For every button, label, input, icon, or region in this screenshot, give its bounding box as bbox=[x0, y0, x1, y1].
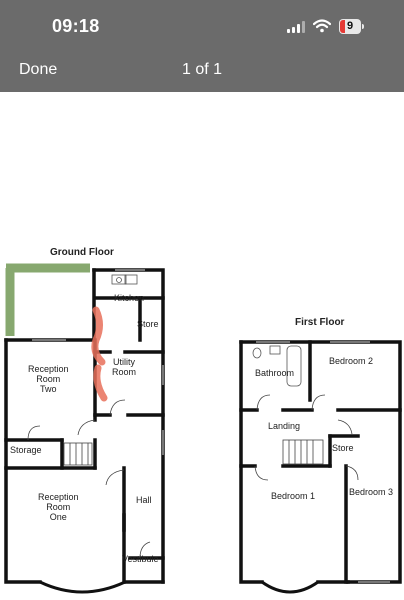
wifi-icon bbox=[313, 19, 331, 33]
battery-level: 9 bbox=[346, 20, 354, 32]
floor-plan-image: Ground Floor First Floor Kitchen Store U… bbox=[0, 240, 404, 600]
top-bar: 09:18 9 1 of 1 Done bbox=[0, 0, 404, 92]
battery-icon: 9 bbox=[339, 19, 365, 34]
first-floor-title: First Floor bbox=[295, 317, 345, 328]
room-label-bedroom-1: Bedroom 1 bbox=[271, 491, 316, 501]
room-label-bedroom-2: Bedroom 2 bbox=[329, 356, 374, 366]
page-indicator: 1 of 1 bbox=[181, 61, 223, 78]
room-label-hall: Hall bbox=[136, 495, 152, 505]
room-label-store-first: Store bbox=[332, 443, 354, 453]
cellular-signal-icon bbox=[287, 21, 307, 33]
room-label-utility: Utility Room bbox=[112, 357, 137, 377]
room-label-storage: Storage bbox=[10, 445, 42, 455]
status-time: 09:18 bbox=[52, 16, 100, 36]
room-label-reception-two: Reception Room Two bbox=[28, 364, 69, 394]
floor-plan-drawing bbox=[4, 263, 402, 594]
room-label-vestibule: Vestibule bbox=[122, 554, 159, 564]
room-label-landing: Landing bbox=[268, 421, 301, 431]
ground-floor-title: Ground Floor bbox=[50, 247, 114, 258]
room-label-bedroom-3: Bedroom 3 bbox=[349, 487, 394, 497]
room-label-kitchen: Kitchen bbox=[114, 293, 145, 303]
room-label-bathroom: Bathroom bbox=[255, 368, 295, 378]
room-label-store: Store bbox=[137, 319, 159, 329]
done-button[interactable]: Done bbox=[19, 61, 57, 79]
room-label-reception-one: Reception Room One bbox=[38, 492, 79, 522]
